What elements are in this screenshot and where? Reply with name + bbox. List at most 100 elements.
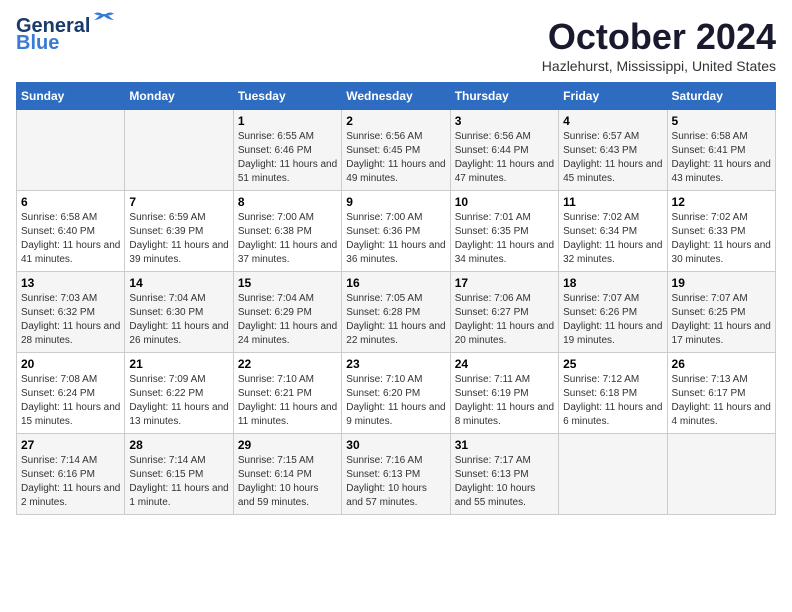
- day-info: Sunrise: 7:06 AMSunset: 6:27 PMDaylight:…: [455, 292, 554, 348]
- day-number: 4: [563, 114, 662, 128]
- day-number: 11: [563, 195, 662, 209]
- calendar-cell: [125, 110, 233, 191]
- calendar-cell: 2 Sunrise: 6:56 AMSunset: 6:45 PMDaylight…: [342, 110, 450, 191]
- day-info: Sunrise: 7:04 AMSunset: 6:29 PMDaylight:…: [238, 292, 337, 348]
- calendar-cell: 10 Sunrise: 7:01 AMSunset: 6:35 PMDayligh…: [450, 191, 558, 272]
- day-info: Sunrise: 6:58 AMSunset: 6:41 PMDaylight:…: [672, 130, 771, 186]
- calendar-cell: 11Sunrise: 7:02 AMSunset: 6:34 PMDayligh…: [559, 191, 667, 272]
- day-number: 2: [346, 114, 445, 128]
- day-info: Sunrise: 6:59 AMSunset: 6:39 PMDaylight:…: [129, 211, 228, 267]
- day-number: 7: [129, 195, 228, 209]
- calendar-cell: 3 Sunrise: 6:56 AMSunset: 6:44 PMDaylight…: [450, 110, 558, 191]
- day-info: Sunrise: 7:09 AMSunset: 6:22 PMDaylight:…: [129, 373, 228, 429]
- day-info: Sunrise: 6:58 AMSunset: 6:40 PMDaylight:…: [21, 211, 120, 267]
- calendar-table: SundayMondayTuesdayWednesdayThursdayFrid…: [16, 82, 776, 515]
- day-info: Sunrise: 7:03 AMSunset: 6:32 PMDaylight:…: [21, 292, 120, 348]
- day-number: 27: [21, 438, 120, 452]
- day-number: 26: [672, 357, 771, 371]
- calendar-cell: 28 Sunrise: 7:14 AMSunset: 6:15 PMDayligh…: [125, 434, 233, 515]
- day-number: 8: [238, 195, 337, 209]
- day-of-week-header: Wednesday: [342, 83, 450, 110]
- day-info: Sunrise: 7:11 AMSunset: 6:19 PMDaylight:…: [455, 373, 554, 429]
- logo: General Blue: [16, 16, 120, 55]
- day-number: 29: [238, 438, 337, 452]
- day-number: 19: [672, 276, 771, 290]
- day-info: Sunrise: 6:56 AMSunset: 6:44 PMDaylight:…: [455, 130, 554, 186]
- calendar-cell: 18 Sunrise: 7:07 AMSunset: 6:26 PMDayligh…: [559, 272, 667, 353]
- calendar-cell: [559, 434, 667, 515]
- day-info: Sunrise: 7:12 AMSunset: 6:18 PMDaylight:…: [563, 373, 662, 429]
- calendar-cell: 19Sunrise: 7:07 AMSunset: 6:25 PMDayligh…: [667, 272, 775, 353]
- day-number: 21: [129, 357, 228, 371]
- day-of-week-header: Monday: [125, 83, 233, 110]
- day-of-week-header: Friday: [559, 83, 667, 110]
- day-number: 25: [563, 357, 662, 371]
- calendar-cell: 7 Sunrise: 6:59 AMSunset: 6:39 PMDaylight…: [125, 191, 233, 272]
- day-info: Sunrise: 7:14 AMSunset: 6:16 PMDaylight:…: [21, 454, 120, 510]
- title-area: October 2024 Hazlehurst, Mississippi, Un…: [542, 16, 776, 74]
- calendar-cell: 30Sunrise: 7:16 AMSunset: 6:13 PMDayligh…: [342, 434, 450, 515]
- day-info: Sunrise: 7:10 AMSunset: 6:20 PMDaylight:…: [346, 373, 445, 429]
- day-info: Sunrise: 7:07 AMSunset: 6:26 PMDaylight:…: [563, 292, 662, 348]
- calendar-cell: 23Sunrise: 7:10 AMSunset: 6:20 PMDayligh…: [342, 353, 450, 434]
- day-number: 28: [129, 438, 228, 452]
- day-of-week-header: Tuesday: [233, 83, 341, 110]
- day-of-week-header: Thursday: [450, 83, 558, 110]
- day-info: Sunrise: 6:57 AMSunset: 6:43 PMDaylight:…: [563, 130, 662, 186]
- calendar-cell: 5 Sunrise: 6:58 AMSunset: 6:41 PMDaylight…: [667, 110, 775, 191]
- location: Hazlehurst, Mississippi, United States: [542, 58, 776, 74]
- calendar-cell: 27 Sunrise: 7:14 AMSunset: 6:16 PMDayligh…: [17, 434, 125, 515]
- calendar-cell: 1 Sunrise: 6:55 AMSunset: 6:46 PMDaylight…: [233, 110, 341, 191]
- day-number: 3: [455, 114, 554, 128]
- day-info: Sunrise: 7:15 AMSunset: 6:14 PMDaylight:…: [238, 454, 337, 510]
- header: General Blue October 2024 Hazlehurst, Mi…: [16, 16, 776, 74]
- day-number: 13: [21, 276, 120, 290]
- calendar-cell: 9 Sunrise: 7:00 AMSunset: 6:36 PMDaylight…: [342, 191, 450, 272]
- day-info: Sunrise: 7:04 AMSunset: 6:30 PMDaylight:…: [129, 292, 228, 348]
- calendar-cell: 26 Sunrise: 7:13 AMSunset: 6:17 PMDayligh…: [667, 353, 775, 434]
- calendar-cell: 12 Sunrise: 7:02 AMSunset: 6:33 PMDayligh…: [667, 191, 775, 272]
- day-info: Sunrise: 6:55 AMSunset: 6:46 PMDaylight:…: [238, 130, 337, 186]
- day-number: 18: [563, 276, 662, 290]
- calendar-cell: 20 Sunrise: 7:08 AMSunset: 6:24 PMDayligh…: [17, 353, 125, 434]
- calendar-cell: 16Sunrise: 7:05 AMSunset: 6:28 PMDayligh…: [342, 272, 450, 353]
- day-number: 31: [455, 438, 554, 452]
- day-number: 24: [455, 357, 554, 371]
- day-number: 16: [346, 276, 445, 290]
- day-info: Sunrise: 7:14 AMSunset: 6:15 PMDaylight:…: [129, 454, 228, 510]
- day-number: 9: [346, 195, 445, 209]
- day-of-week-header: Sunday: [17, 83, 125, 110]
- day-number: 10: [455, 195, 554, 209]
- calendar-cell: 15Sunrise: 7:04 AMSunset: 6:29 PMDayligh…: [233, 272, 341, 353]
- calendar-cell: [17, 110, 125, 191]
- calendar-cell: 14 Sunrise: 7:04 AMSunset: 6:30 PMDayligh…: [125, 272, 233, 353]
- day-number: 5: [672, 114, 771, 128]
- calendar-cell: 8 Sunrise: 7:00 AMSunset: 6:38 PMDaylight…: [233, 191, 341, 272]
- calendar-cell: 31 Sunrise: 7:17 AMSunset: 6:13 PMDayligh…: [450, 434, 558, 515]
- day-number: 14: [129, 276, 228, 290]
- day-number: 17: [455, 276, 554, 290]
- calendar-cell: 17 Sunrise: 7:06 AMSunset: 6:27 PMDayligh…: [450, 272, 558, 353]
- day-number: 6: [21, 195, 120, 209]
- day-info: Sunrise: 7:16 AMSunset: 6:13 PMDaylight:…: [346, 454, 445, 510]
- day-info: Sunrise: 7:00 AMSunset: 6:36 PMDaylight:…: [346, 211, 445, 267]
- calendar-cell: 6 Sunrise: 6:58 AMSunset: 6:40 PMDaylight…: [17, 191, 125, 272]
- day-info: Sunrise: 7:08 AMSunset: 6:24 PMDaylight:…: [21, 373, 120, 429]
- calendar-cell: 24 Sunrise: 7:11 AMSunset: 6:19 PMDayligh…: [450, 353, 558, 434]
- calendar-cell: 29 Sunrise: 7:15 AMSunset: 6:14 PMDayligh…: [233, 434, 341, 515]
- day-number: 12: [672, 195, 771, 209]
- day-info: Sunrise: 7:13 AMSunset: 6:17 PMDaylight:…: [672, 373, 771, 429]
- day-info: Sunrise: 7:01 AMSunset: 6:35 PMDaylight:…: [455, 211, 554, 267]
- logo-blue: Blue: [16, 32, 59, 55]
- day-info: Sunrise: 7:17 AMSunset: 6:13 PMDaylight:…: [455, 454, 554, 510]
- day-number: 22: [238, 357, 337, 371]
- month-title: October 2024: [542, 16, 776, 58]
- day-number: 1: [238, 114, 337, 128]
- day-info: Sunrise: 7:00 AMSunset: 6:38 PMDaylight:…: [238, 211, 337, 267]
- calendar-cell: 25 Sunrise: 7:12 AMSunset: 6:18 PMDayligh…: [559, 353, 667, 434]
- logo-bird-icon: [92, 12, 120, 32]
- day-info: Sunrise: 6:56 AMSunset: 6:45 PMDaylight:…: [346, 130, 445, 186]
- day-info: Sunrise: 7:02 AMSunset: 6:33 PMDaylight:…: [672, 211, 771, 267]
- calendar-cell: 13 Sunrise: 7:03 AMSunset: 6:32 PMDayligh…: [17, 272, 125, 353]
- day-number: 20: [21, 357, 120, 371]
